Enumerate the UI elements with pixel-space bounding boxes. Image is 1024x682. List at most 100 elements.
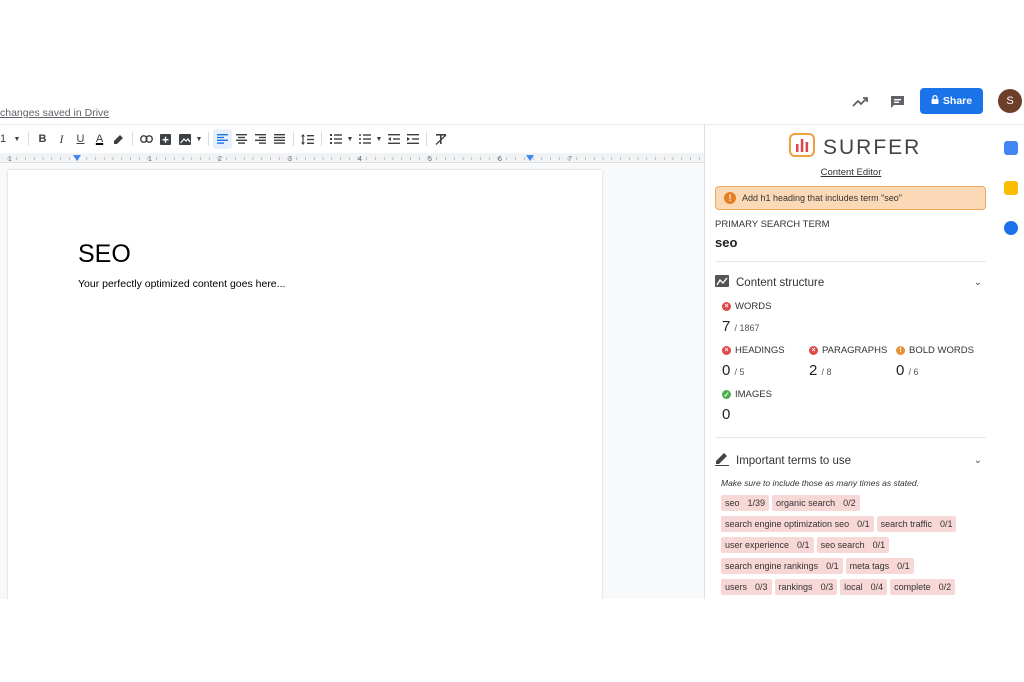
term-count: 0/1 — [939, 519, 953, 529]
metric-target: / 1867 — [734, 323, 760, 333]
term-chip[interactable]: search engine rankings 0/1 — [721, 558, 843, 574]
insert-image-icon[interactable] — [175, 129, 194, 149]
align-right-icon[interactable] — [251, 129, 270, 149]
ruler-ticks: 1 1 2 3 4 5 6 7 — [7, 155, 700, 163]
term-chip[interactable]: rankings 0/3 — [774, 579, 838, 595]
term-row: user experience 0/1 seo search 0/1 — [721, 537, 981, 553]
term-name: user experience — [725, 540, 790, 550]
italic-button[interactable]: I — [52, 129, 71, 149]
side-panel-strip — [996, 125, 1024, 599]
decrease-indent-icon[interactable] — [384, 129, 403, 149]
term-name: rankings — [778, 582, 813, 592]
chevron-down-icon[interactable]: ▼ — [194, 129, 204, 149]
metric-images: ✓ IMAGES 0 — [722, 389, 772, 423]
term-chip[interactable]: seo 1/39 — [721, 495, 770, 511]
text-color-button[interactable]: A — [90, 129, 109, 149]
share-label: Share — [942, 95, 973, 107]
term-chip[interactable]: search engine optimization seo 0/1 — [721, 516, 874, 532]
term-count: 0/1 — [826, 561, 839, 571]
metric-value: 0 — [722, 362, 731, 379]
check-status-icon: ✓ — [722, 390, 731, 399]
term-chip[interactable]: seo search 0/1 — [816, 537, 890, 553]
share-button[interactable]: Share — [920, 88, 983, 114]
term-name: search engine rankings — [725, 561, 819, 571]
metric-label: BOLD WORDS — [909, 345, 974, 356]
content-editor-link[interactable]: Content Editor — [705, 167, 997, 178]
term-chip[interactable]: complete 0/2 — [890, 579, 956, 595]
important-terms-title: Important terms to use — [736, 455, 852, 467]
term-row: seo 1/39 organic search 0/2 — [721, 495, 981, 511]
term-chip[interactable]: organic search 0/2 — [772, 495, 860, 511]
term-name: meta tags — [849, 561, 890, 571]
calendar-icon[interactable] — [1004, 141, 1018, 155]
term-name: search traffic — [880, 519, 932, 529]
term-chip[interactable]: user experience 0/1 — [721, 537, 814, 553]
metric-bold-words: ! BOLD WORDS 0 / 6 — [896, 345, 974, 379]
term-chip[interactable]: users 0/3 — [721, 579, 772, 595]
bold-button[interactable]: B — [33, 129, 52, 149]
chevron-down-icon[interactable]: ▼ — [10, 129, 24, 149]
term-count: 0/2 — [843, 498, 856, 508]
align-left-icon[interactable] — [213, 129, 232, 149]
term-name: organic search — [776, 498, 836, 508]
underline-button[interactable]: U — [71, 129, 90, 149]
metric-target: / 6 — [908, 367, 919, 377]
term-name: seo search — [820, 540, 865, 550]
divider — [715, 437, 986, 438]
link-icon[interactable] — [137, 129, 156, 149]
term-chip[interactable]: search traffic 0/1 — [876, 516, 957, 532]
highlight-pen-icon[interactable] — [109, 129, 128, 149]
add-comment-icon[interactable] — [156, 129, 175, 149]
avatar[interactable]: S — [998, 89, 1022, 113]
document-body-text[interactable]: Your perfectly optimized content goes he… — [78, 278, 285, 290]
term-name: search engine optimization seo — [725, 519, 850, 529]
metric-label: PARAGRAPHS — [822, 345, 888, 356]
divider — [208, 132, 209, 146]
important-terms-header[interactable]: Important terms to use — [715, 453, 851, 469]
term-chip[interactable]: meta tags 0/1 — [845, 558, 914, 574]
bulleted-list-icon[interactable] — [355, 129, 374, 149]
align-justify-icon[interactable] — [270, 129, 289, 149]
keep-icon[interactable] — [1004, 181, 1018, 195]
numbered-list-icon[interactable] — [326, 129, 345, 149]
align-center-icon[interactable] — [232, 129, 251, 149]
metric-label: HEADINGS — [735, 345, 785, 356]
content-structure-header[interactable]: Content structure — [715, 275, 824, 290]
term-row: search engine rankings 0/1 meta tags 0/1 — [721, 558, 981, 574]
document-page[interactable]: SEO Your perfectly optimized content goe… — [8, 170, 602, 599]
term-row: search engine optimization seo 0/1 search … — [721, 516, 981, 532]
metric-value: 7 — [722, 318, 731, 335]
metric-paragraphs: × PARAGRAPHS 2 / 8 — [809, 345, 887, 379]
term-count: 0/2 — [938, 582, 952, 592]
left-indent-marker[interactable] — [73, 155, 81, 161]
increase-indent-icon[interactable] — [403, 129, 422, 149]
divider — [293, 132, 294, 146]
term-name: users — [725, 582, 748, 592]
terms-list: seo 1/39 organic search 0/2 search engine op… — [721, 495, 981, 599]
save-status-link[interactable]: changes saved in Drive — [0, 107, 109, 119]
line-spacing-icon[interactable] — [298, 129, 317, 149]
alert-text: Add h1 heading that includes term "seo" — [742, 193, 902, 203]
chevron-down-icon[interactable]: ⌄ — [974, 455, 982, 466]
metric-words: × WORDS 7 / 1867 — [722, 301, 771, 335]
comment-icon[interactable] — [886, 91, 908, 113]
app-window: changes saved in Drive Share S 1 ▼ B I U… — [0, 83, 1024, 599]
chevron-down-icon[interactable]: ▼ — [345, 129, 355, 149]
clear-formatting-icon[interactable] — [431, 129, 450, 149]
lock-icon — [931, 95, 939, 107]
ruler: 1 1 2 3 4 5 6 7 — [0, 153, 704, 163]
surfer-logo-icon — [789, 133, 815, 162]
alert-banner[interactable]: ! Add h1 heading that includes term "seo… — [715, 186, 986, 210]
font-size-dropdown[interactable]: 1 — [0, 129, 10, 149]
divider — [426, 132, 427, 146]
term-count: 0/1 — [872, 540, 886, 550]
chevron-down-icon[interactable]: ▼ — [374, 129, 384, 149]
chevron-down-icon[interactable]: ⌄ — [974, 277, 982, 288]
term-chip[interactable]: local 0/4 — [840, 579, 888, 595]
error-status-icon: × — [809, 346, 818, 355]
activity-trend-icon[interactable] — [849, 91, 871, 113]
tasks-icon[interactable] — [1004, 221, 1018, 235]
metric-value: 0 — [722, 406, 731, 423]
ruler-label: 5 — [428, 156, 432, 163]
document-heading[interactable]: SEO — [78, 240, 131, 269]
